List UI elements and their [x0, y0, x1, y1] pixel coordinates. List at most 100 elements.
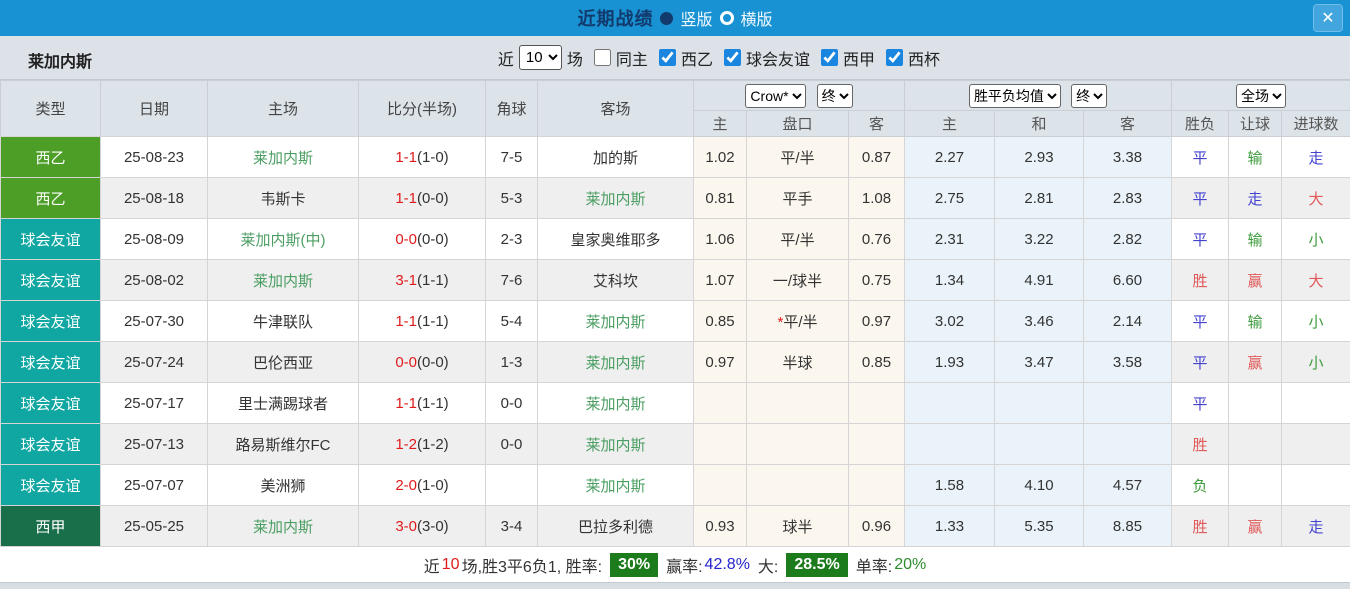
header-away: 客场 — [537, 80, 694, 137]
league-xijia-checkbox[interactable] — [820, 49, 838, 66]
result-wdl: 平 — [1171, 177, 1230, 219]
league-xijia-label: 西甲 — [842, 51, 875, 69]
corner-cell: 7-6 — [485, 259, 538, 301]
result-wdl: 平 — [1171, 218, 1230, 260]
result-wdl: 平 — [1171, 300, 1230, 342]
league-type-badge: 西甲 — [0, 505, 101, 547]
avg-away-odds: 2.82 — [1083, 218, 1173, 260]
away-team[interactable]: 莱加内斯 — [537, 382, 694, 424]
handicap-home-odds — [693, 382, 747, 424]
league-friendly-checkbox[interactable] — [723, 49, 741, 66]
handicap-away-odds — [847, 423, 906, 465]
date-cell: 25-07-13 — [100, 423, 208, 465]
result-wdl: 负 — [1171, 464, 1230, 506]
single-rate: 20% — [894, 555, 927, 573]
away-team[interactable]: 莱加内斯 — [537, 300, 694, 342]
avg-draw-odds: 2.93 — [994, 136, 1085, 178]
single-label: 单率: — [855, 558, 893, 576]
result-handicap — [1228, 382, 1283, 424]
home-team[interactable]: 牛津联队 — [207, 300, 359, 342]
league-xibei-checkbox[interactable] — [885, 49, 903, 66]
handicap-home-odds: 0.97 — [693, 341, 747, 383]
away-team[interactable]: 莱加内斯 — [537, 464, 694, 506]
corner-cell: 0-0 — [485, 423, 538, 465]
home-team[interactable]: 莱加内斯 — [207, 136, 359, 178]
handicap-line: 平手 — [746, 177, 849, 219]
handicap-home-odds: 1.06 — [693, 218, 747, 260]
fulltime-score: 3-0 — [395, 517, 417, 535]
handicap-away-odds: 0.76 — [847, 218, 906, 260]
home-team[interactable]: 路易斯维尔FC — [207, 423, 359, 465]
date-cell: 25-08-09 — [100, 218, 208, 260]
away-team[interactable]: 巴拉多利德 — [537, 505, 694, 547]
home-team[interactable]: 里士满踢球者 — [207, 382, 359, 424]
avg-final-select[interactable]: 终 — [1071, 83, 1108, 108]
home-team[interactable]: 美洲狮 — [207, 464, 359, 506]
handicap-line: 半球 — [746, 341, 849, 383]
odds-source-select[interactable]: Crow* — [745, 83, 807, 108]
avg-away-odds — [1083, 382, 1173, 424]
date-cell: 25-07-07 — [100, 464, 208, 506]
close-icon[interactable]: ✕ — [1313, 4, 1343, 32]
corner-cell: 5-3 — [485, 177, 538, 219]
radio-horizontal-label[interactable]: 横版 — [741, 6, 773, 30]
table-row: 球会友谊 25-08-09 莱加内斯(中) 0-0(0-0) 2-3 皇家奥维耶… — [0, 218, 1350, 260]
same-home-label: 同主 — [615, 51, 648, 69]
handicap-line-text: 半球 — [782, 354, 813, 372]
avg-type-select[interactable]: 胜平负均值 — [968, 83, 1061, 108]
same-home-checkbox[interactable] — [593, 49, 611, 66]
home-team[interactable]: 巴伦西亚 — [207, 341, 359, 383]
league-xiyi-checkbox[interactable] — [658, 49, 676, 66]
score-cell: 0-0(0-0) — [358, 218, 486, 260]
match-count-select[interactable]: 10 — [518, 45, 562, 70]
handicap-home-odds: 0.81 — [693, 177, 747, 219]
home-team[interactable]: 莱加内斯 — [207, 259, 359, 301]
table-row: 西乙 25-08-23 莱加内斯 1-1(1-0) 7-5 加的斯 1.02 平… — [0, 136, 1350, 178]
league-type-badge: 球会友谊 — [0, 300, 101, 342]
avg-group-header: 胜平负均值 终 — [904, 80, 1173, 111]
result-wdl: 平 — [1171, 136, 1230, 178]
handicap-line-text: 平/半 — [783, 313, 818, 331]
recent-results-popup: 近期战绩 竖版 横版 ✕ 莱加内斯 近 10 场 同主 西乙 球会友谊 西甲 西… — [0, 0, 1350, 589]
result-handicap: 赢 — [1228, 341, 1283, 383]
result-goals — [1281, 382, 1350, 424]
avg-draw-odds: 2.81 — [994, 177, 1085, 219]
away-team[interactable]: 莱加内斯 — [537, 341, 694, 383]
radio-vertical-label[interactable]: 竖版 — [680, 6, 712, 30]
fulltime-score: 1-2 — [395, 435, 417, 453]
result-wdl: 胜 — [1171, 505, 1230, 547]
league-type-badge: 球会友谊 — [0, 259, 101, 301]
subheader-hcap-away: 客 — [847, 110, 906, 137]
subheader-avg-away: 客 — [1083, 110, 1173, 137]
away-team[interactable]: 皇家奥维耶多 — [537, 218, 694, 260]
score-cell: 1-2(1-2) — [358, 423, 486, 465]
fulltime-score: 1-1 — [395, 394, 417, 412]
date-cell: 25-07-30 — [100, 300, 208, 342]
away-team[interactable]: 莱加内斯 — [537, 177, 694, 219]
home-team[interactable]: 韦斯卡 — [207, 177, 359, 219]
league-type-badge: 西乙 — [0, 136, 101, 178]
handicap-line: 平/半 — [746, 218, 849, 260]
scope-select[interactable]: 全场 — [1236, 83, 1287, 108]
win-odds-rate: 42.8% — [704, 555, 750, 573]
result-goals: 小 — [1281, 341, 1350, 383]
fulltime-score: 2-0 — [395, 476, 417, 494]
home-team[interactable]: 莱加内斯(中) — [207, 218, 359, 260]
handicap-away-odds: 0.96 — [847, 505, 906, 547]
away-team[interactable]: 加的斯 — [537, 136, 694, 178]
radio-vertical-selected-icon[interactable] — [660, 11, 674, 25]
avg-home-odds: 2.31 — [904, 218, 996, 260]
handicap-final-select[interactable]: 终 — [816, 83, 853, 108]
big-rate-badge: 28.5% — [786, 552, 848, 577]
away-team[interactable]: 莱加内斯 — [537, 423, 694, 465]
away-team[interactable]: 艾科坎 — [537, 259, 694, 301]
result-handicap: 输 — [1228, 300, 1283, 342]
radio-horizontal-icon[interactable] — [719, 11, 734, 25]
score-cell: 1-1(1-0) — [358, 136, 486, 178]
subheader-hcap-line: 盘口 — [746, 110, 849, 137]
home-team[interactable]: 莱加内斯 — [207, 505, 359, 547]
table-row: 西乙 25-08-18 韦斯卡 1-1(0-0) 5-3 莱加内斯 0.81 平… — [0, 177, 1350, 219]
result-wdl: 胜 — [1171, 259, 1230, 301]
avg-home-odds: 1.34 — [904, 259, 996, 301]
halftime-score: (0-0) — [417, 189, 449, 207]
